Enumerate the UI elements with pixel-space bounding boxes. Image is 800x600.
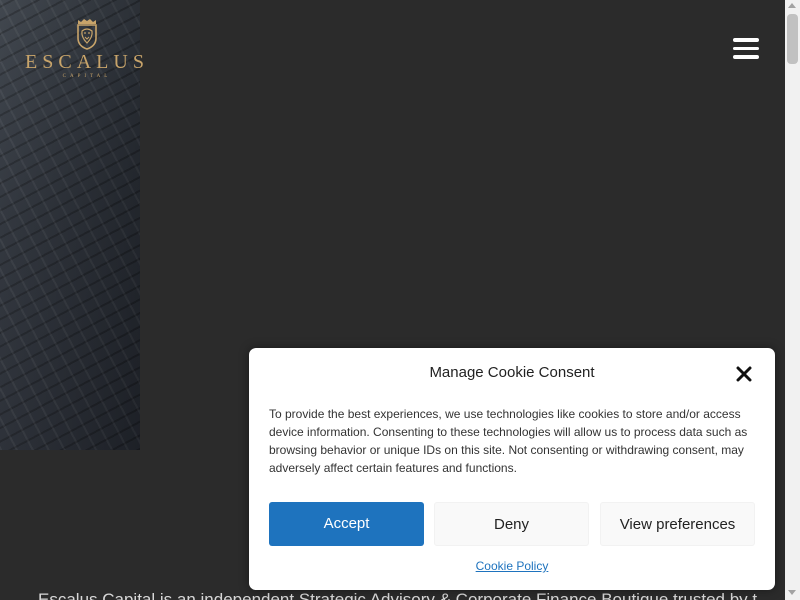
brand-name: ESCALUS [25, 51, 149, 73]
close-icon[interactable] [735, 365, 753, 383]
cookie-message: To provide the best experiences, we use … [269, 407, 748, 475]
escalus-logo[interactable]: ESCALUS CAPITAL [18, 18, 156, 84]
brand-tagline: CAPITAL [62, 74, 112, 79]
cookie-consent-dialog: Manage Cookie Consent To provide the bes… [249, 348, 775, 590]
hamburger-menu-icon[interactable] [733, 38, 761, 62]
deny-button[interactable]: Deny [434, 502, 589, 546]
accept-button[interactable]: Accept [269, 502, 424, 546]
page-scrollbar[interactable] [785, 0, 800, 600]
scroll-up-arrow-icon[interactable] [788, 3, 796, 8]
lion-crest-icon [77, 19, 97, 50]
intro-paragraph: Escalus Capital is an independent Strate… [38, 590, 758, 600]
menu-bar-line [733, 38, 759, 42]
cookie-dialog-title: Manage Cookie Consent [429, 364, 595, 381]
scroll-down-arrow-icon[interactable] [788, 590, 796, 595]
menu-bar-line [733, 55, 759, 59]
scroll-thumb[interactable] [787, 14, 798, 64]
view-preferences-button[interactable]: View preferences [600, 502, 755, 546]
cookie-policy-link[interactable]: Cookie Policy [249, 559, 775, 573]
menu-bar-line [733, 46, 759, 50]
